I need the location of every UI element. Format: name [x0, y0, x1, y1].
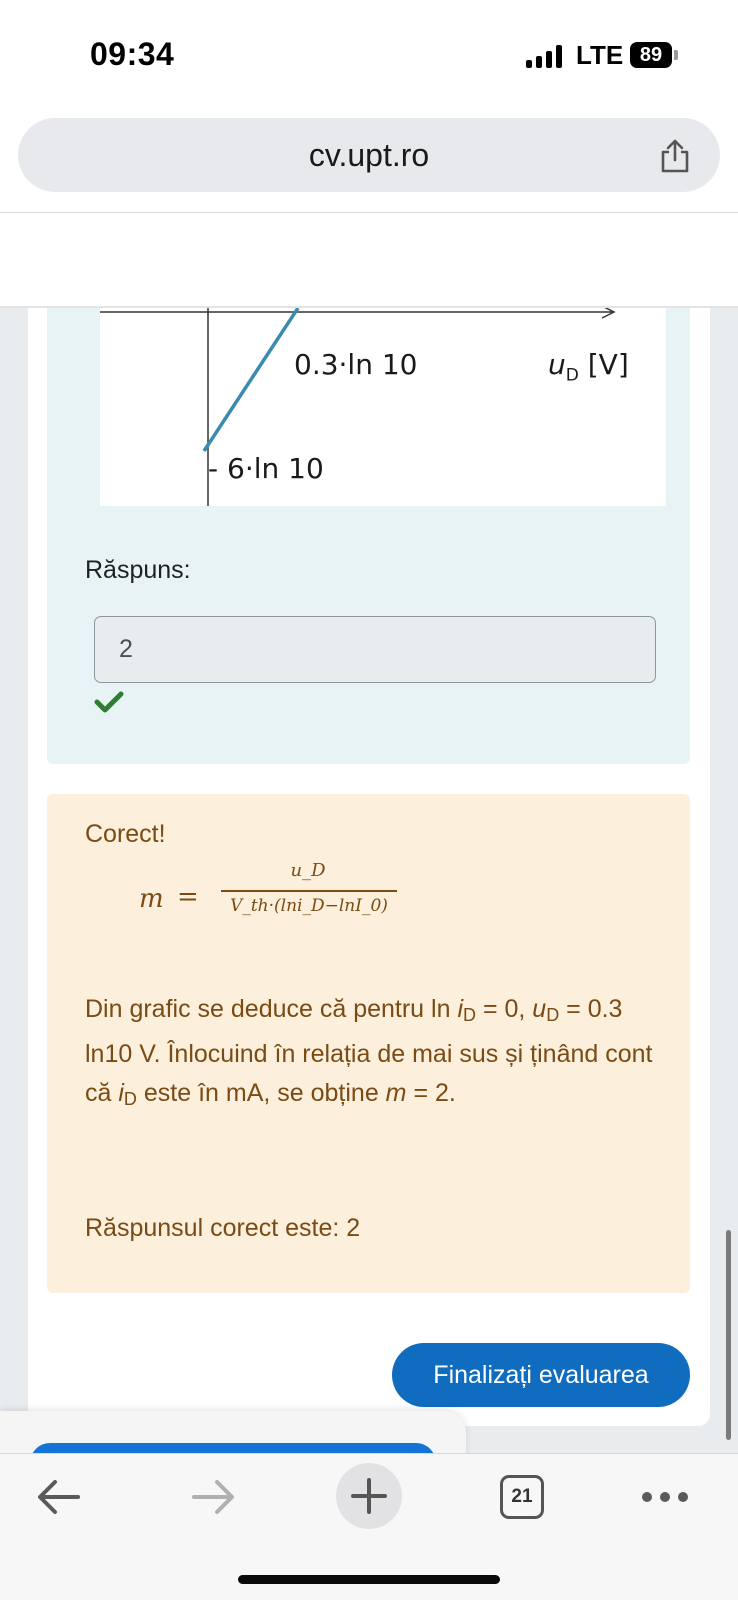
address-bar[interactable]: cv.upt.ro	[18, 118, 720, 192]
graph-label-intercept-x: 0.3·ln 10	[294, 348, 418, 381]
expl-part: Din grafic se deduce că pentru ln	[85, 995, 458, 1023]
x-axis-arrow	[601, 308, 616, 319]
network-type: LTE	[576, 40, 624, 70]
page-header	[0, 213, 738, 307]
signal-icon	[526, 44, 562, 68]
expl-part: = 2.	[406, 1079, 456, 1107]
expl-sub: D	[546, 1005, 560, 1025]
characteristic-line	[202, 308, 300, 452]
feedback-formula: m = u_D V_th·(lni_D−lnI_0)	[139, 860, 399, 940]
expl-sub: D	[123, 1089, 137, 1109]
formula-fraction-bar	[221, 890, 397, 892]
battery-icon: 89	[630, 42, 672, 68]
axis-unit: [V]	[578, 348, 629, 381]
graph-label-intercept-y: - 6·ln 10	[208, 452, 324, 485]
expl-part: este în mA, se obține	[136, 1079, 386, 1107]
correct-answer-text: Răspunsul corect este: 2	[85, 1214, 361, 1242]
expl-var-m: m	[385, 1079, 407, 1107]
formula-equals: =	[177, 882, 199, 912]
answer-input[interactable]: 2	[94, 616, 656, 683]
expl-part: = 0,	[476, 995, 533, 1023]
back-arrow-icon[interactable]	[34, 1474, 84, 1520]
forward-arrow-icon[interactable]	[188, 1474, 238, 1520]
axis-var: u	[548, 348, 566, 381]
answer-label: Răspuns:	[85, 556, 191, 584]
status-time: 09:34	[90, 36, 175, 72]
checkmark-icon	[94, 691, 124, 713]
home-indicator[interactable]	[238, 1575, 500, 1584]
axis-var-sub: D	[565, 365, 579, 386]
formula-denominator: V_th·(lni_D−lnI_0)	[230, 896, 388, 916]
plus-icon	[351, 1478, 387, 1514]
scrollbar[interactable]	[726, 1230, 731, 1440]
feedback-explanation: Din grafic se deduce că pentru ln iD = 0…	[85, 990, 655, 1119]
url-text[interactable]: cv.upt.ro	[18, 118, 720, 192]
graph-svg	[100, 308, 616, 506]
tabs-count-button[interactable]: 21	[500, 1475, 544, 1519]
question-graph: 0.3·ln 10 - 6·ln 10 uD [V]	[100, 308, 666, 506]
formula-lhs: m	[139, 884, 164, 914]
expl-sub: D	[463, 1005, 476, 1025]
feedback-verdict: Corect!	[85, 820, 166, 848]
more-options-icon[interactable]	[640, 1490, 690, 1504]
status-bar: 09:34 LTE 89	[0, 0, 738, 110]
expl-var-u: u	[532, 995, 547, 1023]
new-tab-button[interactable]	[336, 1463, 402, 1529]
graph-label-x-axis: uD [V]	[548, 348, 629, 386]
finish-attempt-button[interactable]: Finalizați evaluarea	[392, 1343, 690, 1407]
formula-numerator: u_D	[290, 860, 326, 881]
share-icon[interactable]	[658, 138, 692, 174]
feedback-box: Corect! m = u_D V_th·(lni_D−lnI_0) Din g…	[47, 794, 690, 1293]
battery-tip	[674, 50, 678, 60]
